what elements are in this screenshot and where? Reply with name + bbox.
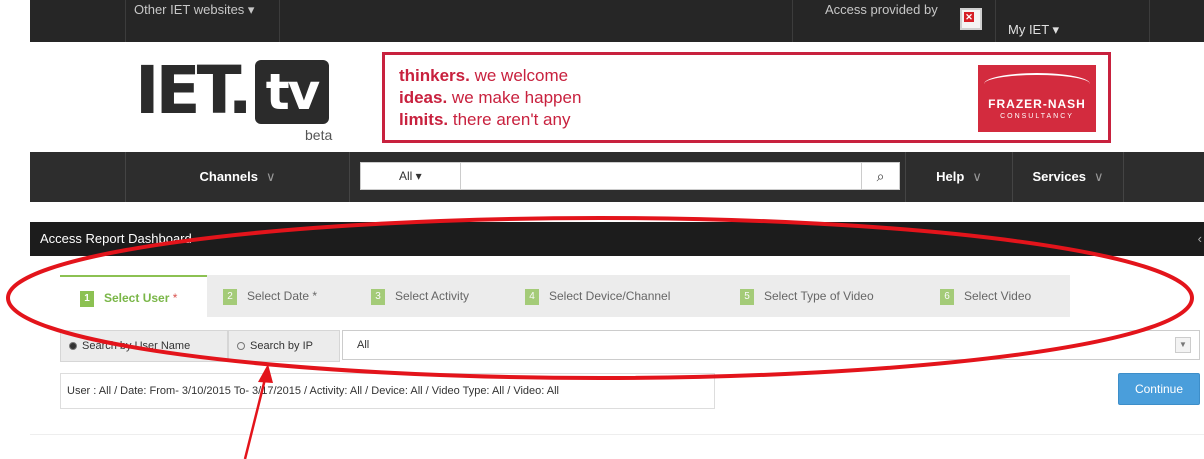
dashboard-title: Access Report Dashboard [40, 231, 192, 246]
ad-text: thinkers. we welcome ideas. we make happ… [399, 66, 582, 129]
iet-tv-logo[interactable]: IET. tv beta [135, 57, 340, 147]
step-select-type-of-video[interactable]: 5 Select Type of Video [740, 275, 920, 317]
step-select-activity[interactable]: 3 Select Activity [371, 275, 511, 317]
channels-menu[interactable]: Channels ∨ [125, 152, 350, 202]
logo-iet-text: IET. [135, 52, 253, 129]
logo-tv-badge: tv [255, 60, 329, 124]
services-menu[interactable]: Services ∨ [1012, 152, 1124, 202]
my-iet-menu[interactable]: My IET ▾ [995, 0, 1150, 42]
selection-summary: User : All / Date: From- 3/10/2015 To- 3… [60, 373, 715, 409]
search-by-ip-radio[interactable]: Search by IP [228, 330, 340, 362]
radio-unchecked-icon [237, 342, 245, 351]
access-provided-label: Access provided by [792, 0, 982, 42]
broken-image-icon: ✕ [960, 8, 982, 30]
radio-checked-icon [69, 342, 77, 351]
select-arrow-icon: ▼ [1175, 337, 1191, 353]
collapse-caret-icon[interactable]: ‹ [1198, 222, 1202, 256]
search-icon[interactable]: ⌕ [861, 163, 899, 189]
page: Other IET websites ▾ Access provided by … [0, 0, 1204, 459]
other-iet-websites-menu[interactable]: Other IET websites ▾ [125, 0, 280, 42]
step-select-video[interactable]: 6 Select Video [940, 275, 1065, 317]
top-bar: Other IET websites ▾ Access provided by … [30, 0, 1204, 42]
frazer-nash-logo: FRAZER-NASH CONSULTANCY [978, 65, 1096, 132]
search-by-user-name-radio[interactable]: Search by User Name [60, 330, 228, 362]
chevron-down-icon: ∨ [266, 169, 276, 184]
help-menu[interactable]: Help ∨ [905, 152, 1012, 202]
continue-button[interactable]: Continue [1118, 373, 1200, 405]
divider [30, 434, 1204, 435]
search-scope-dropdown[interactable]: All ▾ [361, 163, 461, 189]
search-input[interactable] [461, 163, 861, 189]
logo-beta-label: beta [305, 127, 333, 143]
search-bar: All ▾ ⌕ [360, 162, 900, 190]
step-select-user[interactable]: 1 Select User * [60, 275, 207, 317]
user-select[interactable]: All ▼ [342, 330, 1200, 360]
dashboard-header: Access Report Dashboard ‹ [30, 222, 1204, 256]
main-nav: Channels ∨ All ▾ ⌕ Help ∨ Services ∨ [30, 152, 1204, 202]
chevron-down-icon: ∨ [1093, 169, 1104, 184]
wizard-steps: 1 Select User * 2 Select Date * 3 Select Ac… [60, 275, 1070, 317]
step-select-device-channel[interactable]: 4 Select Device/Channel [525, 275, 715, 317]
step-select-date[interactable]: 2 Select Date * [223, 275, 353, 317]
banner-advertisement[interactable]: thinkers. we welcome ideas. we make happ… [382, 52, 1111, 143]
chevron-down-icon: ∨ [972, 169, 982, 184]
